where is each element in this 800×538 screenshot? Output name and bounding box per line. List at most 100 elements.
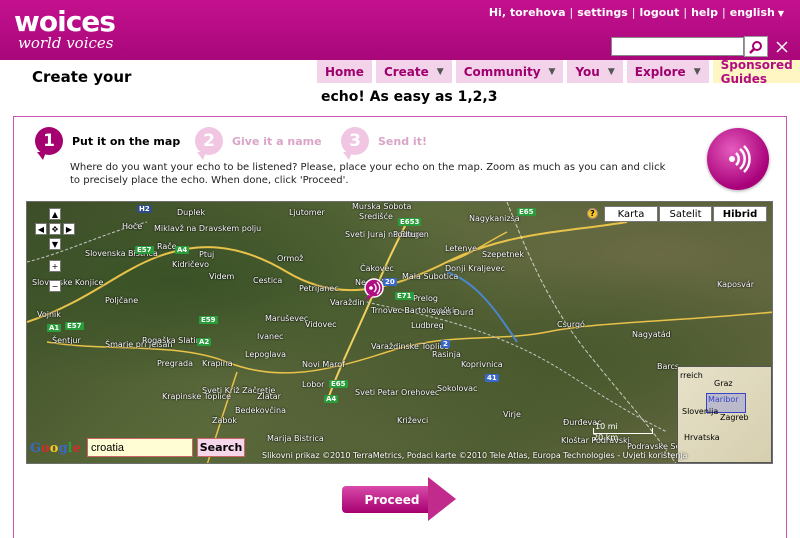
map-label: Donji Kraljevec xyxy=(445,264,505,273)
pan-down-icon: ▼ xyxy=(51,239,59,249)
map-label: Duplek xyxy=(177,208,206,217)
zoom-out-icon: − xyxy=(51,281,59,291)
road-shield: E653 xyxy=(398,218,422,226)
step-2: 2 Give it a name xyxy=(195,127,322,160)
nav-you[interactable]: You ▼ xyxy=(567,60,623,83)
map-type-satelit[interactable]: Satelit xyxy=(659,206,712,222)
zoom-in-button[interactable]: + xyxy=(49,260,61,272)
road-shield: A4 xyxy=(175,246,190,254)
map-label: Ormož xyxy=(277,254,304,263)
instructions-text: Where do you want your echo to be listen… xyxy=(70,162,666,186)
map-label: Slovenske Konjice xyxy=(32,278,104,287)
road-shield: E65 xyxy=(517,208,536,216)
pan-left-icon: ◀ xyxy=(37,224,45,234)
map-type-karta[interactable]: Karta xyxy=(604,206,658,222)
map-search-input[interactable] xyxy=(87,438,193,457)
step-1-label: Put it on the map xyxy=(72,134,181,148)
map-label: Šentjur xyxy=(52,336,81,345)
page-title: Create your xyxy=(32,68,132,86)
map-label: Ivanec xyxy=(257,332,284,341)
overview-label: Graz xyxy=(714,379,733,388)
settings-link[interactable]: settings xyxy=(577,6,628,19)
nav-explore[interactable]: Explore ▼ xyxy=(626,60,709,83)
road-shield: A2 xyxy=(197,338,212,346)
road-shield: 41 xyxy=(485,374,499,382)
map-label: Središće xyxy=(359,212,393,221)
map-label: Marija Bistrica xyxy=(267,434,324,443)
map-label: Cestica xyxy=(253,276,283,285)
search-button[interactable] xyxy=(744,36,768,57)
road-shield: A1 xyxy=(47,324,62,332)
pan-right-icon: ▶ xyxy=(65,224,73,234)
pan-left-button[interactable]: ◀ xyxy=(35,223,47,235)
zoom-out-button[interactable]: − xyxy=(49,280,61,292)
chevron-down-icon: ▼ xyxy=(436,66,444,77)
pan-down-button[interactable]: ▼ xyxy=(49,238,61,250)
proceed-button[interactable]: Proceed xyxy=(342,477,457,521)
map-label: Hoče xyxy=(122,222,143,231)
map-label: Ljutomer xyxy=(289,208,325,217)
map-label: Krapina xyxy=(202,359,233,368)
road-shield: H2 xyxy=(137,205,152,213)
help-link[interactable]: help xyxy=(691,6,718,19)
pan-center-icon: ✥ xyxy=(51,224,59,234)
map-scale: 10 mi 20 km xyxy=(593,422,653,442)
map-label: Sveti Đurđ xyxy=(431,308,474,317)
header-search-input[interactable] xyxy=(611,37,744,56)
map-canvas[interactable]: Duplek Hoče Miklavž na Dravskem polju Sl… xyxy=(26,201,773,464)
map-label: Lobor xyxy=(302,380,325,389)
pan-up-button[interactable]: ▲ xyxy=(49,208,61,220)
overview-label: rreich xyxy=(680,371,703,380)
map-type-hibrid[interactable]: Hibrid xyxy=(713,206,767,222)
map-attribution: Slikovni prikaz ©2010 TerraMetrics, Poda… xyxy=(262,451,688,460)
nav-sponsored-guides[interactable]: Sponsored Guides xyxy=(712,58,800,86)
map-label: Koprivnica xyxy=(461,360,503,369)
map-help-icon[interactable]: ? xyxy=(587,208,598,219)
pan-center-button[interactable]: ✥ xyxy=(49,223,61,235)
chevron-down-icon: ▼ xyxy=(607,66,615,77)
overview-label: Hrvatska xyxy=(684,433,720,442)
map-label: Podturen xyxy=(393,230,429,239)
map-label: Bedekovčina xyxy=(235,406,286,415)
map-label: Poljčane xyxy=(105,296,139,305)
map-label: Vojnik xyxy=(37,310,61,319)
chevron-down-icon: ▼ xyxy=(693,66,701,77)
map-label: Videm xyxy=(209,272,235,281)
map-search-button[interactable]: Search xyxy=(197,438,245,457)
map-label: Letenye xyxy=(445,244,478,253)
map-label: Čakovec xyxy=(360,264,394,273)
sound-waves-icon xyxy=(729,145,751,173)
logout-link[interactable]: logout xyxy=(640,6,680,19)
nav-home[interactable]: Home xyxy=(317,60,372,83)
google-logo[interactable]: Google xyxy=(30,441,81,456)
map-label: Kidričevo xyxy=(172,260,210,269)
user-greeting-link[interactable]: Hi, torehova xyxy=(489,6,566,19)
zoom-in-icon: + xyxy=(51,261,59,271)
overview-map[interactable]: rreich Graz Maribor Slovenija Zagreb Hrv… xyxy=(677,366,772,463)
overview-label: Zagreb xyxy=(720,413,749,422)
site-header: woices world voices Hi, torehova | setting… xyxy=(0,0,800,60)
search-icon xyxy=(749,40,762,54)
map-label: Murska Sobota xyxy=(352,202,412,211)
map-label: Miklavž na Dravskem polju xyxy=(154,224,262,233)
nav-create-label: Create xyxy=(383,64,429,79)
chevron-down-icon: ▼ xyxy=(548,66,556,77)
nav-community[interactable]: Community ▼ xyxy=(455,60,564,83)
pan-right-button[interactable]: ▶ xyxy=(63,223,75,235)
logo-tagline: world voices xyxy=(18,34,114,52)
map-label: Nagykanizsa xyxy=(469,214,520,223)
step-3-label: Send it! xyxy=(378,134,427,148)
map-label: Ptuj xyxy=(199,250,215,259)
step-2-label: Give it a name xyxy=(232,134,322,148)
search-clear-button[interactable] xyxy=(773,36,791,57)
map-label: Lepoglava xyxy=(245,350,287,359)
site-logo[interactable]: woices world voices xyxy=(14,8,116,52)
map-label: Varaždin xyxy=(330,298,365,307)
nav-create[interactable]: Create ▼ xyxy=(375,60,452,83)
language-selector[interactable]: english ▼ xyxy=(730,6,784,19)
overview-label: Maribor xyxy=(708,395,739,404)
nav-explore-label: Explore xyxy=(634,64,686,79)
map-label: Ludbreg xyxy=(411,321,444,330)
top-links: Hi, torehova | settings | logout | help | englis… xyxy=(488,6,784,19)
map-pin-icon[interactable] xyxy=(363,278,385,302)
